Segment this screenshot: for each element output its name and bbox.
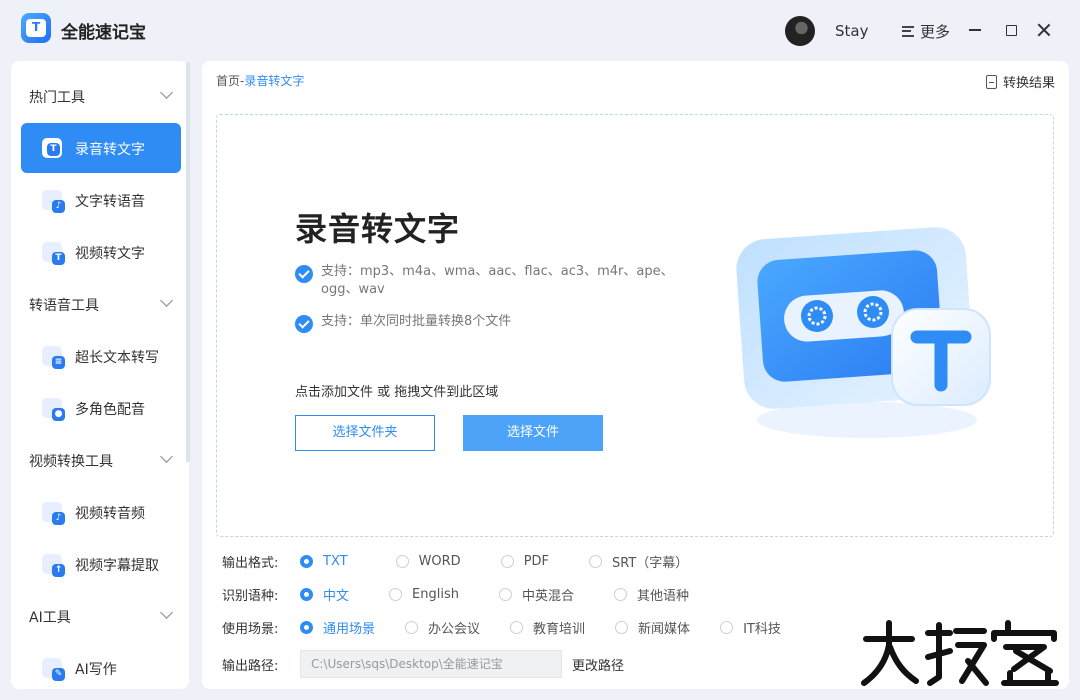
breadcrumb: 首页-录音转文字 xyxy=(216,72,304,89)
chevron-down-icon xyxy=(160,606,173,619)
choose-folder-button[interactable]: 选择文件夹 xyxy=(295,415,435,451)
more-button[interactable]: 更多 xyxy=(902,20,950,42)
output-path-field[interactable]: C:\Users\sqs\Desktop\全能速记宝 xyxy=(300,650,562,678)
group-label: 视频转换工具 xyxy=(29,454,113,470)
sidebar-item-label: 文字转语音 xyxy=(75,194,145,210)
more-label: 更多 xyxy=(920,22,951,41)
sidebar-item-label: 视频转音频 xyxy=(75,506,145,522)
sidebar-item-multi-role[interactable]: ● 多角色配音 xyxy=(21,383,181,433)
output-path-row: 输出路径: C:\Users\sqs\Desktop\全能速记宝 更改路径 xyxy=(222,650,624,678)
group-label: 转语音工具 xyxy=(29,298,99,314)
menu-icon xyxy=(902,25,916,37)
maximize-icon xyxy=(1005,24,1017,36)
check-icon xyxy=(295,265,313,283)
file-dropzone[interactable]: 录音转文字 支持：mp3、m4a、wma、aac、flac、ac3、m4r、ap… xyxy=(216,114,1054,537)
sidebar-item-audio-to-text[interactable]: T 录音转文字 xyxy=(21,123,181,173)
breadcrumb-current: 录音转文字 xyxy=(244,74,305,88)
people-icon: ● xyxy=(42,398,65,421)
sidebar-item-subtitle-extract[interactable]: ↑ 视频字幕提取 xyxy=(21,539,181,589)
sidebar-item-long-text[interactable]: ≡ 超长文本转写 xyxy=(21,331,181,381)
sidebar-item-label: 超长文本转写 xyxy=(75,350,159,366)
group-label: 热门工具 xyxy=(29,90,85,106)
scene-row: 使用场景: 通用场景 办公会议 教育培训 新闻媒体 IT科技 xyxy=(222,616,781,638)
radio-lang-other[interactable]: 其他语种 xyxy=(613,585,689,604)
group-hot-tools[interactable]: 热门工具 xyxy=(11,78,189,114)
feature-text: 支持：单次同时批量转换8个文件 xyxy=(321,314,512,329)
sidebar-item-video-to-audio[interactable]: ♪ 视频转音频 xyxy=(21,487,181,537)
feature-formats: 支持：mp3、m4a、wma、aac、flac、ac3、m4r、ape、ogg、… xyxy=(295,263,691,299)
upload-icon: ↑ xyxy=(42,554,65,577)
radio-format-srt[interactable]: SRT（字幕） xyxy=(589,552,688,571)
dropzone-title: 录音转文字 xyxy=(295,210,461,248)
sidebar-item-video-to-text[interactable]: T 视频转文字 xyxy=(21,227,181,277)
document-icon xyxy=(985,74,997,89)
sidebar-item-ai-writing[interactable]: ✎ AI写作 xyxy=(21,643,181,689)
radio-format-word[interactable]: WORD xyxy=(395,554,461,569)
chevron-down-icon xyxy=(160,450,173,463)
minimize-icon xyxy=(969,29,981,31)
long-text-icon: ≡ xyxy=(42,346,65,369)
radio-scene-office[interactable]: 办公会议 xyxy=(405,618,480,637)
sidebar-item-text-to-speech[interactable]: ♪ 文字转语音 xyxy=(21,175,181,225)
radio-scene-it[interactable]: IT科技 xyxy=(720,618,781,637)
group-label: AI工具 xyxy=(29,610,71,626)
sidebar-item-label: 视频字幕提取 xyxy=(75,558,159,574)
scene-label: 使用场景: xyxy=(222,621,279,637)
title-bar: T 全能速记宝 Stay 更多 xyxy=(0,0,1080,60)
watermark-logo xyxy=(861,620,1059,686)
choose-file-button[interactable]: 选择文件 xyxy=(463,415,603,451)
output-format-label: 输出格式: xyxy=(222,555,279,571)
sidebar-item-label: 多角色配音 xyxy=(75,402,145,418)
radio-lang-mixed[interactable]: 中英混合 xyxy=(498,585,574,604)
audio-to-text-illustration-icon xyxy=(736,227,991,438)
user-name[interactable]: Stay xyxy=(835,22,868,40)
video-text-icon: T xyxy=(42,242,65,265)
pen-icon: ✎ xyxy=(42,658,65,681)
change-path-button[interactable]: 更改路径 xyxy=(572,655,624,674)
main-panel: 首页-录音转文字 转换结果 录音转文字 支持：mp3、m4a、wma、aac、f… xyxy=(202,61,1069,689)
close-icon xyxy=(1037,23,1051,37)
close-button[interactable] xyxy=(1034,20,1054,40)
language-row: 识别语种: 中文 English 中英混合 其他语种 xyxy=(222,583,729,605)
group-ai-tools[interactable]: AI工具 xyxy=(11,598,189,634)
sidebar-item-label: 录音转文字 xyxy=(75,142,145,158)
app-title: 全能速记宝 xyxy=(61,23,146,43)
radio-lang-chinese[interactable]: 中文 xyxy=(300,585,349,604)
breadcrumb-home[interactable]: 首页 xyxy=(216,74,240,88)
dropzone-hint: 点击添加文件 或 拖拽文件到此区域 xyxy=(295,385,499,400)
radio-format-pdf[interactable]: PDF xyxy=(500,554,549,569)
audio-text-icon: T xyxy=(42,138,62,158)
speech-icon: ♪ xyxy=(42,190,65,213)
output-format-row: 输出格式: TXT WORD PDF SRT（字幕） xyxy=(222,550,728,572)
chevron-down-icon xyxy=(160,86,173,99)
minimize-button[interactable] xyxy=(965,20,985,40)
group-video-tools[interactable]: 视频转换工具 xyxy=(11,442,189,478)
radio-scene-news[interactable]: 新闻媒体 xyxy=(615,618,690,637)
music-icon: ♪ xyxy=(42,502,65,525)
radio-scene-general[interactable]: 通用场景 xyxy=(300,618,375,637)
conversion-result-label: 转换结果 xyxy=(1002,76,1055,91)
conversion-result-button[interactable]: 转换结果 xyxy=(985,72,1055,91)
feature-text: 支持：mp3、m4a、wma、aac、flac、ac3、m4r、ape、ogg、… xyxy=(321,264,674,297)
chevron-down-icon xyxy=(160,294,173,307)
check-icon xyxy=(295,315,313,333)
output-path-label: 输出路径: xyxy=(222,658,279,674)
sidebar-item-label: 视频转文字 xyxy=(75,246,145,262)
app-logo-icon: T xyxy=(21,13,51,43)
avatar[interactable] xyxy=(785,16,815,46)
radio-lang-english[interactable]: English xyxy=(389,587,459,602)
sidebar-item-label: AI写作 xyxy=(75,662,117,678)
sidebar-scrollbar[interactable] xyxy=(186,62,190,462)
radio-format-txt[interactable]: TXT xyxy=(300,554,348,569)
group-voice-tools[interactable]: 转语音工具 xyxy=(11,286,189,322)
language-label: 识别语种: xyxy=(222,588,279,604)
sidebar: 热门工具 T 录音转文字 ♪ 文字转语音 T 视频转文字 转语音工具 ≡ 超长文… xyxy=(11,61,189,689)
feature-batch: 支持：单次同时批量转换8个文件 xyxy=(295,313,691,333)
radio-scene-education[interactable]: 教育培训 xyxy=(510,618,585,637)
maximize-button[interactable] xyxy=(1001,20,1021,40)
